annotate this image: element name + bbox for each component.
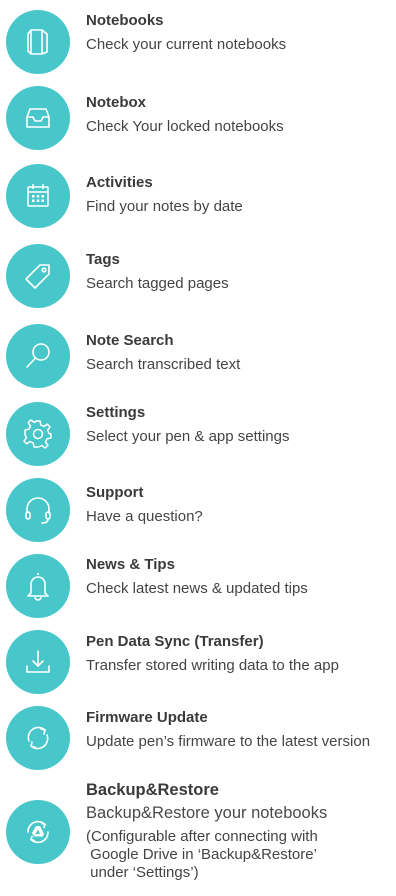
menu-item-firmware-update[interactable]: Firmware Update Update pen’s firmware to… — [0, 706, 396, 780]
menu-item-note: (Configurable after connecting with Goog… — [86, 828, 318, 881]
notebooks-icon — [6, 10, 70, 74]
calendar-icon — [6, 164, 70, 228]
menu-item-note-search[interactable]: Note Search Search transcribed text — [0, 324, 396, 398]
menu-item-news-tips[interactable]: News & Tips Check latest news & updated … — [0, 554, 396, 628]
search-icon — [6, 324, 70, 388]
menu-item-description: Update pen’s firmware to the latest vers… — [86, 733, 371, 750]
menu-item-title: Notebooks — [86, 12, 164, 29]
menu-item-description: Search transcribed text — [86, 356, 241, 373]
menu-item-title: Support — [86, 484, 144, 501]
menu-item-description: Check latest news & updated tips — [86, 580, 308, 597]
menu-item-settings[interactable]: Settings Select your pen & app settings — [0, 402, 396, 476]
menu-item-backup-restore[interactable]: Backup&Restore Backup&Restore your noteb… — [0, 780, 396, 896]
menu-item-description: Find your notes by date — [86, 198, 243, 215]
menu-item-description: Backup&Restore your notebooks — [86, 804, 328, 822]
menu-item-title: Activities — [86, 174, 153, 191]
menu-item-description: Check Your locked notebooks — [86, 118, 284, 135]
google-drive-sync-icon — [6, 800, 70, 864]
menu-item-title: News & Tips — [86, 556, 175, 573]
menu-item-description: Transfer stored writing data to the app — [86, 657, 339, 674]
menu-item-title: Tags — [86, 251, 120, 268]
headset-icon — [6, 478, 70, 542]
refresh-icon — [6, 706, 70, 770]
notebox-icon — [6, 86, 70, 150]
menu-item-title: Note Search — [86, 332, 174, 349]
menu-item-tags[interactable]: Tags Search tagged pages — [0, 244, 396, 318]
bell-icon — [6, 554, 70, 618]
menu-item-title: Backup&Restore — [86, 781, 219, 799]
menu-item-title: Firmware Update — [86, 709, 208, 726]
menu-item-support[interactable]: Support Have a question? — [0, 478, 396, 552]
menu-item-title: Settings — [86, 404, 146, 421]
menu-item-pen-data-sync[interactable]: Pen Data Sync (Transfer) Transfer stored… — [0, 630, 396, 704]
menu-item-description: Select your pen & app settings — [86, 428, 290, 445]
menu-item-title: Notebox — [86, 94, 146, 111]
menu-item-title: Pen Data Sync (Transfer) — [86, 633, 264, 650]
menu-item-description: Search tagged pages — [86, 275, 229, 292]
menu-item-activities[interactable]: Activities Find your notes by date — [0, 164, 396, 238]
menu-item-notebox[interactable]: Notebox Check Your locked notebooks — [0, 86, 396, 160]
tag-icon — [6, 244, 70, 308]
menu-item-notebooks[interactable]: Notebooks Check your current notebooks — [0, 6, 396, 80]
download-icon — [6, 630, 70, 694]
gear-icon — [6, 402, 70, 466]
menu-item-description: Check your current notebooks — [86, 36, 287, 53]
menu-item-description: Have a question? — [86, 508, 203, 525]
